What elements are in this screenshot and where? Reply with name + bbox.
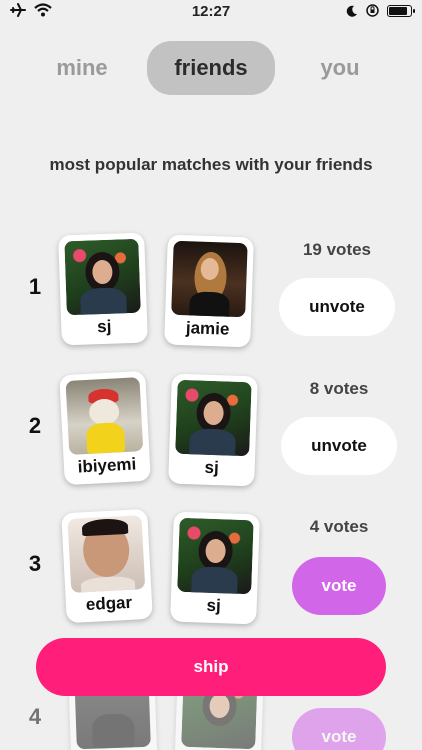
match-row: 1 sj jamie 19 votes unvote	[0, 232, 422, 352]
vote-count: 8 votes	[309, 379, 369, 398]
orientation-lock-icon	[366, 4, 379, 17]
tab-friends[interactable]: friends	[147, 41, 275, 95]
moon-icon	[346, 5, 357, 17]
match-row: 2 ibiyemi sj 8 votes unvote	[0, 370, 422, 491]
profile-photo	[175, 379, 252, 457]
battery-icon	[387, 4, 415, 17]
profile-card[interactable]: ibiyemi	[59, 370, 151, 486]
profile-card[interactable]: sj	[58, 232, 148, 346]
section-subtitle: most popular matches with your friends	[49, 155, 373, 174]
profile-card[interactable]: jamie	[164, 234, 254, 348]
battery-fill	[389, 6, 407, 15]
unvote-button[interactable]: unvote	[281, 417, 397, 475]
profile-name: sj	[206, 595, 222, 616]
rank-number: 4	[28, 704, 42, 729]
profile-name: sj	[96, 316, 112, 337]
profile-photo	[171, 240, 248, 318]
status-bar: 12:27	[0, 0, 422, 24]
vote-count: 4 votes	[309, 517, 369, 536]
profile-name: sj	[204, 457, 220, 478]
tab-mine[interactable]: mine	[20, 41, 144, 95]
profile-card[interactable]: sj	[170, 511, 260, 625]
profile-card[interactable]: edgar	[61, 508, 153, 624]
tab-you[interactable]: you	[278, 41, 402, 95]
profile-photo	[177, 517, 254, 595]
profile-name: jamie	[185, 318, 230, 339]
rank-number: 2	[28, 413, 42, 438]
status-right	[346, 4, 415, 17]
match-row: 3 edgar sj 4 votes vote	[0, 508, 422, 629]
unvote-button[interactable]: unvote	[279, 278, 395, 336]
profile-name: edgar	[85, 592, 133, 615]
rank-number: 1	[28, 274, 42, 299]
vote-button[interactable]: vote	[292, 708, 386, 750]
ship-button[interactable]: ship	[36, 638, 386, 696]
rank-number: 3	[28, 551, 42, 576]
profile-name: ibiyemi	[77, 454, 137, 477]
vote-button[interactable]: vote	[292, 557, 386, 615]
profile-photo	[64, 238, 141, 316]
tab-bar: mine friends you	[0, 41, 422, 95]
profile-card[interactable]: sj	[168, 373, 258, 487]
vote-count: 19 votes	[302, 240, 372, 259]
profile-photo	[65, 377, 144, 455]
profile-photo	[67, 515, 146, 593]
